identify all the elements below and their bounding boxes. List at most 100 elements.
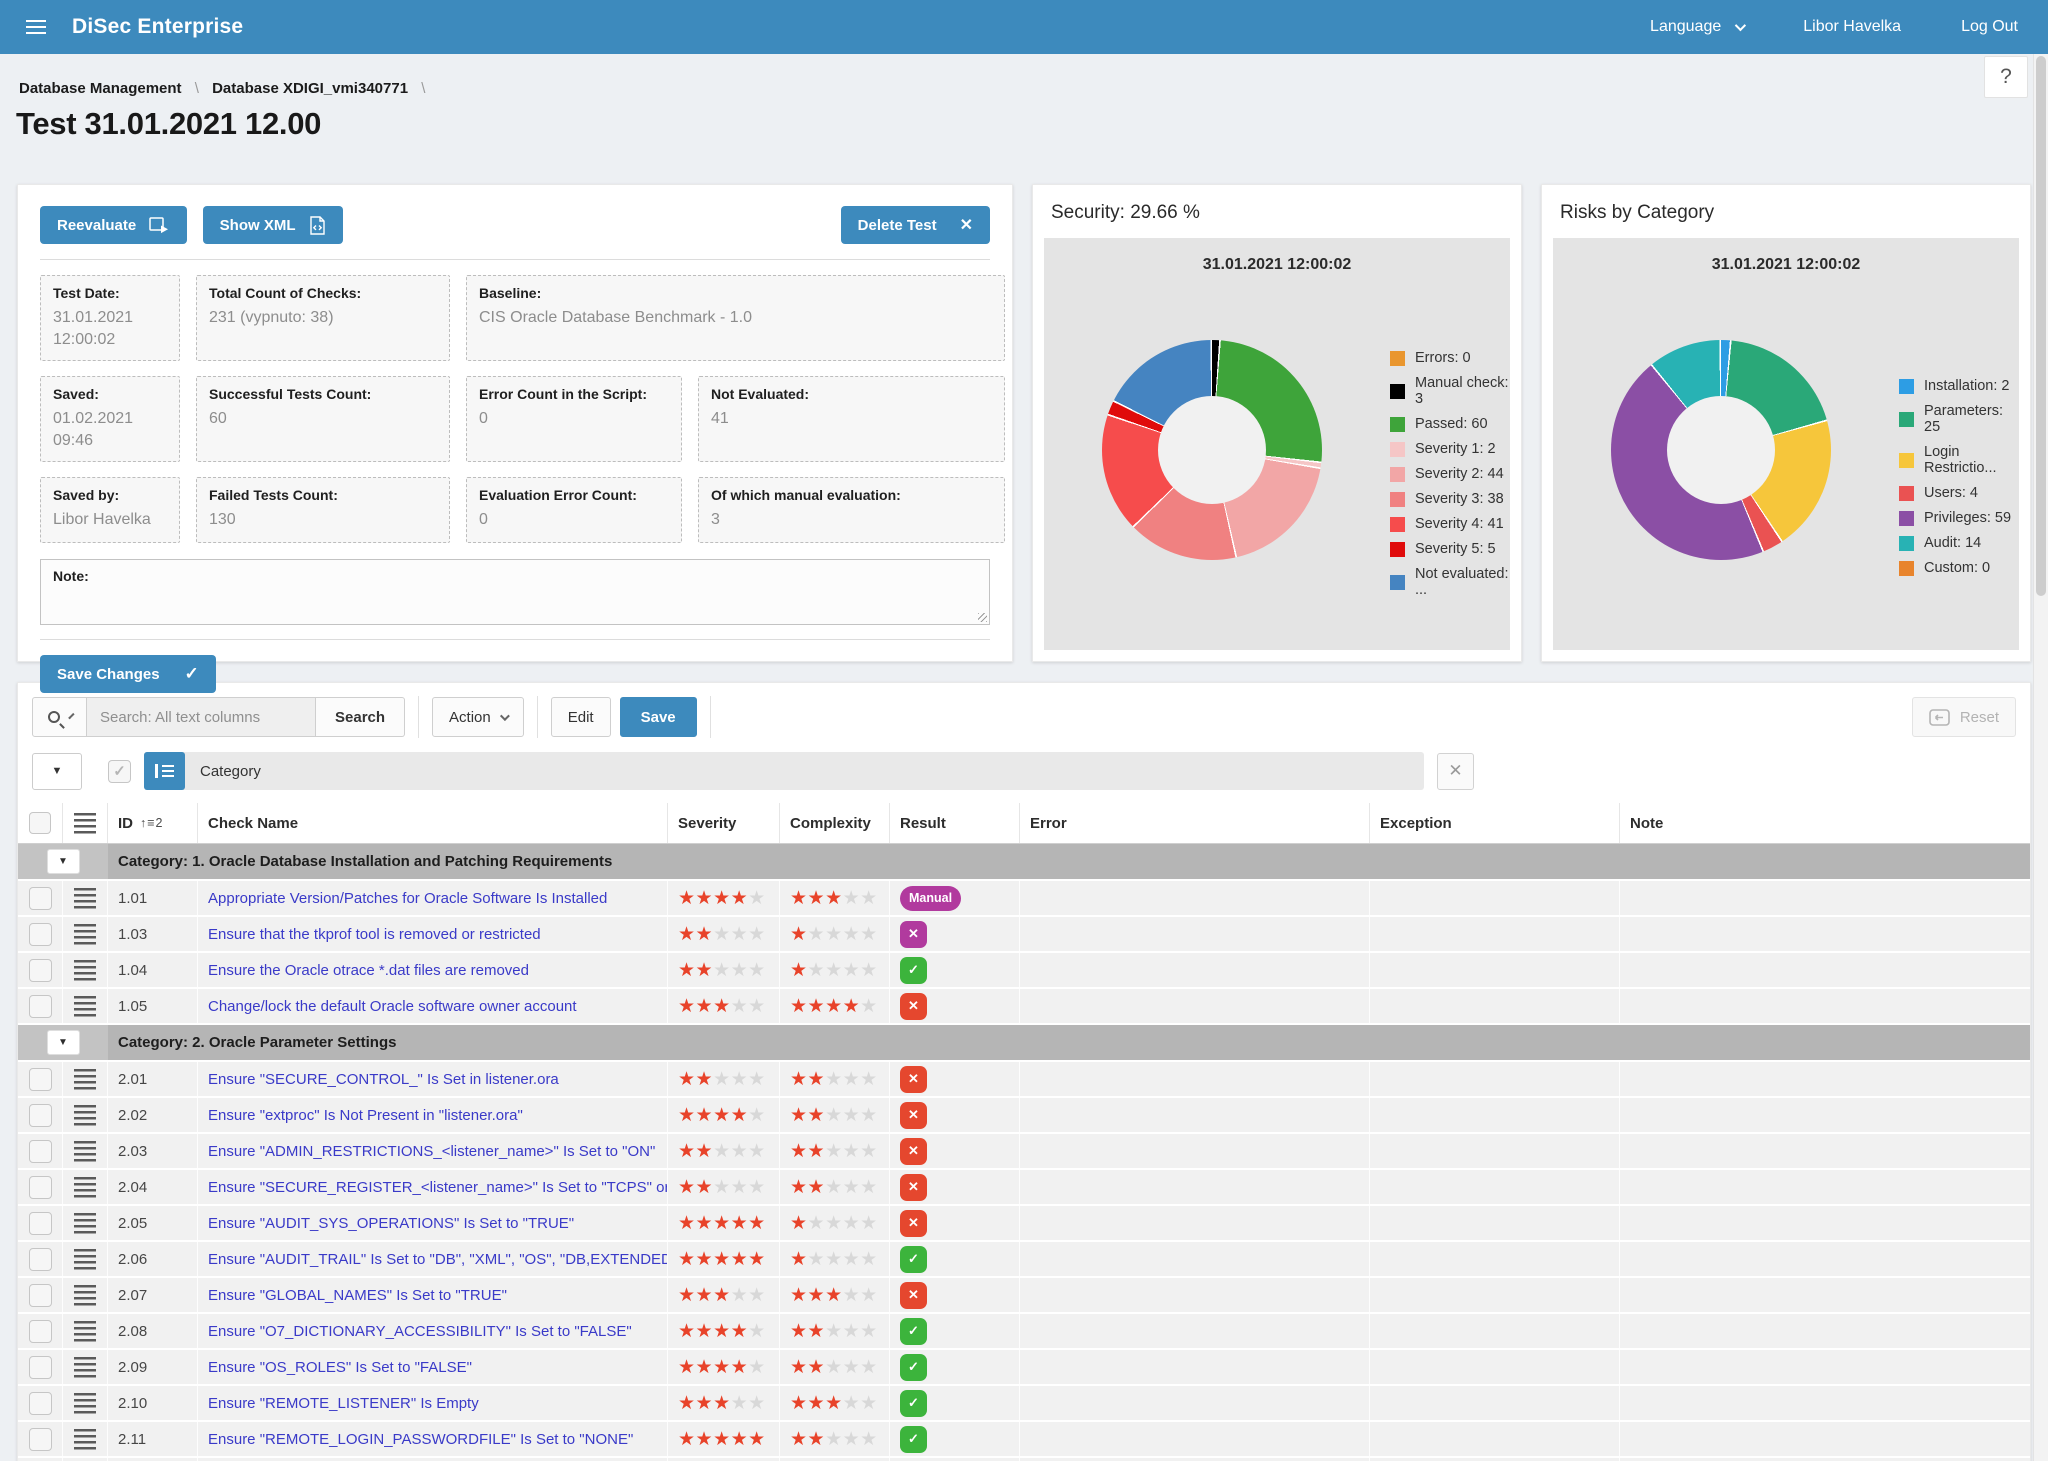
row-checkbox[interactable] xyxy=(29,1284,52,1307)
row-menu-icon[interactable] xyxy=(74,924,96,945)
note-field[interactable]: Note: xyxy=(40,559,990,625)
row-checkbox[interactable] xyxy=(29,1140,52,1163)
row-checkbox[interactable] xyxy=(29,1428,52,1451)
error-cell xyxy=(1020,1242,1370,1276)
show-xml-button[interactable]: Show XML xyxy=(203,206,343,244)
column-header-note[interactable]: Note xyxy=(1620,803,2030,843)
search-icon xyxy=(48,711,60,723)
check-name-link[interactable]: Ensure "REMOTE_LISTENER" Is Empty xyxy=(208,1395,479,1412)
row-checkbox[interactable] xyxy=(29,1176,52,1199)
result-cell: ✓ xyxy=(890,1350,1020,1384)
search-button[interactable]: Search xyxy=(316,697,405,737)
edit-button[interactable]: Edit xyxy=(551,697,611,737)
row-checkbox[interactable] xyxy=(29,1104,52,1127)
group-by-filter[interactable]: Category xyxy=(144,752,1424,790)
row-menu-icon[interactable] xyxy=(74,1069,96,1090)
column-header-severity[interactable]: Severity xyxy=(668,803,780,843)
legend-swatch xyxy=(1899,536,1914,551)
row-menu-icon[interactable] xyxy=(74,996,96,1017)
reset-button[interactable]: Reset xyxy=(1912,697,2016,737)
check-name-link[interactable]: Ensure "SECURE_REGISTER_<listener_name>"… xyxy=(208,1179,668,1196)
row-menu-icon[interactable] xyxy=(74,1105,96,1126)
column-header-id[interactable]: ID ↑≡2 xyxy=(108,803,198,843)
help-button[interactable]: ? xyxy=(1984,56,2028,98)
check-name-link[interactable]: Ensure "ADMIN_RESTRICTIONS_<listener_nam… xyxy=(208,1143,655,1160)
legend-label: Privileges: 59 xyxy=(1924,510,2011,526)
reevaluate-button[interactable]: Reevaluate xyxy=(40,206,187,244)
language-dropdown[interactable]: Language xyxy=(1650,18,1743,36)
row-checkbox[interactable] xyxy=(29,887,52,910)
row-menu-icon[interactable] xyxy=(74,960,96,981)
field-value: 31.01.2021 12:00:02 xyxy=(53,307,167,350)
app-title: DiSec Enterprise xyxy=(72,15,243,39)
search-input[interactable] xyxy=(87,697,316,737)
severity-rating: ★★★★★ xyxy=(668,1386,780,1420)
row-checkbox[interactable] xyxy=(29,1356,52,1379)
group-by-icon[interactable] xyxy=(144,752,185,790)
collapse-category-button[interactable]: ▼ xyxy=(47,849,80,874)
check-name-link[interactable]: Ensure "REMOTE_LOGIN_PASSWORDFILE" Is Se… xyxy=(208,1431,633,1448)
row-menu-icon[interactable] xyxy=(74,1141,96,1162)
column-header-complexity[interactable]: Complexity xyxy=(780,803,890,843)
filter-dropdown-button[interactable]: ▼ xyxy=(32,753,82,790)
row-checkbox[interactable] xyxy=(29,1392,52,1415)
filter-checkbox[interactable]: ✓ xyxy=(108,760,131,783)
select-all-checkbox[interactable] xyxy=(29,812,51,834)
row-checkbox[interactable] xyxy=(29,1212,52,1235)
menu-icon[interactable] xyxy=(26,20,46,34)
column-header-exception[interactable]: Exception xyxy=(1370,803,1620,843)
check-name-link[interactable]: Ensure "AUDIT_TRAIL" Is Set to "DB", "XM… xyxy=(208,1251,668,1268)
row-menu-icon[interactable] xyxy=(74,1321,96,1342)
save-changes-button[interactable]: Save Changes ✓ xyxy=(40,655,216,693)
check-name-link[interactable]: Ensure "AUDIT_SYS_OPERATIONS" Is Set to … xyxy=(208,1215,574,1232)
test-field: Of which manual evaluation: 3 xyxy=(698,477,1005,543)
header-menu-icon[interactable] xyxy=(74,813,96,834)
save-button[interactable]: Save xyxy=(620,697,697,737)
row-menu-icon[interactable] xyxy=(74,1213,96,1234)
row-checkbox[interactable] xyxy=(29,995,52,1018)
table-row: 2.10 Ensure "REMOTE_LISTENER" Is Empty ★… xyxy=(18,1386,2030,1422)
check-name-link[interactable]: Ensure "O7_DICTIONARY_ACCESSIBILITY" Is … xyxy=(208,1323,632,1340)
row-checkbox[interactable] xyxy=(29,1248,52,1271)
result-cell: ✓ xyxy=(890,1422,1020,1456)
result-cell: ✕ xyxy=(890,1206,1020,1240)
row-menu-icon[interactable] xyxy=(74,1357,96,1378)
row-checkbox[interactable] xyxy=(29,923,52,946)
row-menu-icon[interactable] xyxy=(74,888,96,909)
row-checkbox[interactable] xyxy=(29,1320,52,1343)
check-name-link[interactable]: Ensure "SECURE_CONTROL_" Is Set in liste… xyxy=(208,1071,559,1088)
delete-test-button[interactable]: Delete Test ✕ xyxy=(841,206,990,244)
column-header-check-name[interactable]: Check Name xyxy=(198,803,668,843)
check-name-link[interactable]: Change/lock the default Oracle software … xyxy=(208,998,577,1015)
row-menu-icon[interactable] xyxy=(74,1429,96,1450)
row-checkbox[interactable] xyxy=(29,1068,52,1091)
scrollbar-thumb[interactable] xyxy=(2036,56,2046,596)
column-header-error[interactable]: Error xyxy=(1020,803,1370,843)
complexity-rating: ★★★★★ xyxy=(780,1062,890,1096)
vertical-scrollbar[interactable] xyxy=(2033,54,2048,1461)
filter-value: Category xyxy=(185,763,261,780)
test-field: Baseline: CIS Oracle Database Benchmark … xyxy=(466,275,1005,361)
check-name-link[interactable]: Ensure "extproc" Is Not Present in "list… xyxy=(208,1107,523,1124)
breadcrumb-database-management[interactable]: Database Management xyxy=(19,80,182,97)
check-name-link[interactable]: Appropriate Version/Patches for Oracle S… xyxy=(208,890,607,907)
row-menu-icon[interactable] xyxy=(74,1285,96,1306)
check-name-link[interactable]: Ensure "GLOBAL_NAMES" Is Set to "TRUE" xyxy=(208,1287,507,1304)
column-header-result[interactable]: Result xyxy=(890,803,1020,843)
check-name-link[interactable]: Ensure the Oracle otrace *.dat files are… xyxy=(208,962,529,979)
check-name-link[interactable]: Ensure "OS_ROLES" Is Set to "FALSE" xyxy=(208,1359,472,1376)
action-dropdown-button[interactable]: Action xyxy=(432,697,524,737)
search-options-button[interactable] xyxy=(32,697,87,737)
row-checkbox[interactable] xyxy=(29,959,52,982)
user-name[interactable]: Libor Havelka xyxy=(1803,18,1901,36)
row-menu-icon[interactable] xyxy=(74,1177,96,1198)
result-badge-pass: ✓ xyxy=(900,1390,927,1417)
remove-filter-button[interactable]: ✕ xyxy=(1437,753,1474,790)
collapse-category-button[interactable]: ▼ xyxy=(47,1030,80,1055)
check-name-link[interactable]: Ensure that the tkprof tool is removed o… xyxy=(208,926,541,943)
row-menu-icon[interactable] xyxy=(74,1393,96,1414)
result-badge-pass: ✓ xyxy=(900,1318,927,1345)
row-menu-icon[interactable] xyxy=(74,1249,96,1270)
logout-button[interactable]: Log Out xyxy=(1961,18,2018,36)
breadcrumb-database[interactable]: Database XDIGI_vmi340771 xyxy=(212,80,408,97)
